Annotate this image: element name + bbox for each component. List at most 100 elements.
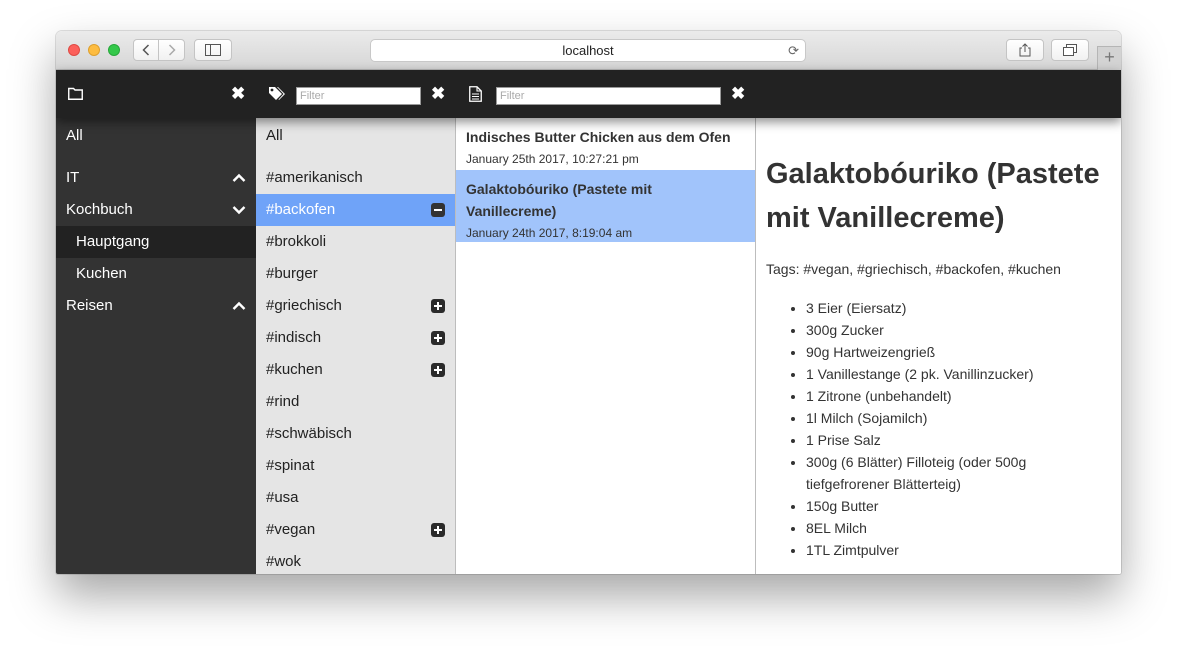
tag-label: #usa <box>266 489 299 506</box>
tag-label: #vegan <box>266 521 316 538</box>
new-tab-button[interactable]: + <box>1097 46 1121 70</box>
tag-label: #wok <box>266 553 302 570</box>
tabs-overview-button[interactable] <box>1051 39 1089 61</box>
notebooks-header: ✖ <box>56 70 256 118</box>
tag-label: #spinat <box>266 457 315 474</box>
tag-item[interactable]: #vegan <box>256 514 455 546</box>
tag-item[interactable]: All <box>256 120 455 152</box>
share-icon <box>1019 43 1031 57</box>
minimize-window-button[interactable] <box>88 44 100 56</box>
browser-window: localhost ⟳ + ✖ Filter ✖ Filter ✖ All IT… <box>56 31 1121 574</box>
note-item[interactable]: Galaktobóuriko (Pastete mit Vanillecreme… <box>456 170 755 242</box>
document-tags: Tags: #vegan, #griechisch, #backofen, #k… <box>766 261 1061 277</box>
ingredient-item: 300g (6 Blätter) Filloteig (oder 500g ti… <box>806 451 1111 495</box>
tag-item[interactable]: #burger <box>256 258 455 290</box>
tag-label: #indisch <box>266 329 322 346</box>
tag-label: #brokkoli <box>266 233 327 250</box>
zoom-window-button[interactable] <box>108 44 120 56</box>
tag-item[interactable]: #spinat <box>256 450 455 482</box>
note-date: January 24th 2017, 8:19:04 am <box>466 226 633 240</box>
chevron-right-icon <box>168 44 176 56</box>
ingredient-item: 8EL Milch <box>806 517 1111 539</box>
url-text: localhost <box>562 43 614 58</box>
chevron-up-icon[interactable] <box>232 172 246 184</box>
notebook-label: Kuchen <box>76 265 127 282</box>
note-item[interactable]: Indisches Butter Chicken aus dem Ofen Jan… <box>456 118 755 168</box>
close-window-button[interactable] <box>68 44 80 56</box>
notebook-item[interactable]: All <box>56 120 256 152</box>
tag-label: #amerikanisch <box>266 169 363 186</box>
notebooks-close-icon[interactable]: ✖ <box>231 85 245 102</box>
ingredient-item: 150g Butter <box>806 495 1111 517</box>
tag-item[interactable]: #wok <box>256 546 455 574</box>
share-button[interactable] <box>1006 39 1044 61</box>
notebook-item[interactable]: IT <box>56 162 256 194</box>
notebook-item[interactable]: Kochbuch <box>56 194 256 226</box>
tag-label: #griechisch <box>266 297 342 314</box>
note-title: Galaktobóuriko (Pastete mit Vanillecreme… <box>466 181 652 219</box>
notebook-label: Kochbuch <box>66 201 133 218</box>
tag-item[interactable]: #kuchen <box>256 354 455 386</box>
notebook-label: Hauptgang <box>76 233 150 250</box>
note-title: Indisches Butter Chicken aus dem Ofen <box>466 129 731 145</box>
remove-tag-icon[interactable] <box>431 203 445 217</box>
reload-icon[interactable]: ⟳ <box>788 40 799 61</box>
notes-filter-input[interactable] <box>496 87 721 105</box>
notes-panel: Indisches Butter Chicken aus dem Ofen Jan… <box>456 118 756 574</box>
ingredient-item: 1 Vanillestange (2 pk. Vanillinzucker) <box>806 363 1111 385</box>
tag-label: #kuchen <box>266 361 323 378</box>
notebook-label: Reisen <box>66 297 113 314</box>
notebook-label: IT <box>66 169 80 186</box>
ingredient-item: 90g Hartweizengrieß <box>806 341 1111 363</box>
document-title: Galaktobóuriko (Pastete mit Vanillecreme… <box>766 158 1100 234</box>
tag-item[interactable]: #griechisch <box>256 290 455 322</box>
tags-panel: All #amerikanisch #backofen #brokkoli #burge… <box>256 118 456 574</box>
sidebar-icon <box>205 44 221 56</box>
add-tag-icon[interactable] <box>431 331 445 345</box>
chevron-left-icon <box>142 44 150 56</box>
tag-item[interactable]: #backofen <box>256 194 455 226</box>
ingredient-item: 3 Eier (Eiersatz) <box>806 297 1111 319</box>
document-icon <box>469 86 482 102</box>
notebook-label: All <box>66 127 83 144</box>
app-header: ✖ ✖ <box>56 70 1121 118</box>
forward-button[interactable] <box>158 39 185 61</box>
tag-label: #schwäbisch <box>266 425 352 442</box>
ingredient-list: 3 Eier (Eiersatz)300g Zucker90g Hartweiz… <box>766 297 1111 561</box>
back-button[interactable] <box>133 39 159 61</box>
tags-icon <box>269 87 285 100</box>
tag-label: #backofen <box>266 201 336 218</box>
tag-item[interactable]: #amerikanisch <box>256 162 455 194</box>
notebooks-panel: All IT Kochbuch Hauptgang Kuchen Reisen <box>56 118 256 574</box>
tag-item[interactable]: #usa <box>256 482 455 514</box>
ingredient-item: 1l Milch (Sojamilch) <box>806 407 1111 429</box>
notes-header: ✖ <box>456 70 756 118</box>
add-tag-icon[interactable] <box>431 363 445 377</box>
notebook-item[interactable]: Kuchen <box>56 258 256 290</box>
tag-label: #rind <box>266 393 300 410</box>
chevron-down-icon[interactable] <box>232 204 246 216</box>
tag-label: #burger <box>266 265 318 282</box>
chevron-up-icon[interactable] <box>232 300 246 312</box>
add-tag-icon[interactable] <box>431 299 445 313</box>
add-tag-icon[interactable] <box>431 523 445 537</box>
ingredient-item: 1 Prise Salz <box>806 429 1111 451</box>
note-date: January 25th 2017, 10:27:21 pm <box>466 152 639 166</box>
tag-label: All <box>266 127 283 144</box>
tag-item[interactable]: #rind <box>256 386 455 418</box>
ingredient-item: 1TL Zimtpulver <box>806 539 1111 561</box>
address-bar[interactable]: localhost ⟳ <box>370 39 806 62</box>
notebook-item[interactable]: Reisen <box>56 290 256 322</box>
ingredient-item: 300g Zucker <box>806 319 1111 341</box>
notebook-item[interactable]: Hauptgang <box>56 226 256 258</box>
title-bar: localhost ⟳ + <box>56 31 1121 70</box>
tags-filter-input[interactable] <box>296 87 421 105</box>
tags-filter-clear-icon[interactable]: ✖ <box>431 85 445 102</box>
tags-header: ✖ <box>256 70 456 118</box>
notes-filter-clear-icon[interactable]: ✖ <box>731 85 745 102</box>
tag-item[interactable]: #schwäbisch <box>256 418 455 450</box>
tag-item[interactable]: #brokkoli <box>256 226 455 258</box>
tag-item[interactable]: #indisch <box>256 322 455 354</box>
app: ✖ ✖ <box>56 70 1121 574</box>
sidebar-toggle-button[interactable] <box>194 39 232 61</box>
